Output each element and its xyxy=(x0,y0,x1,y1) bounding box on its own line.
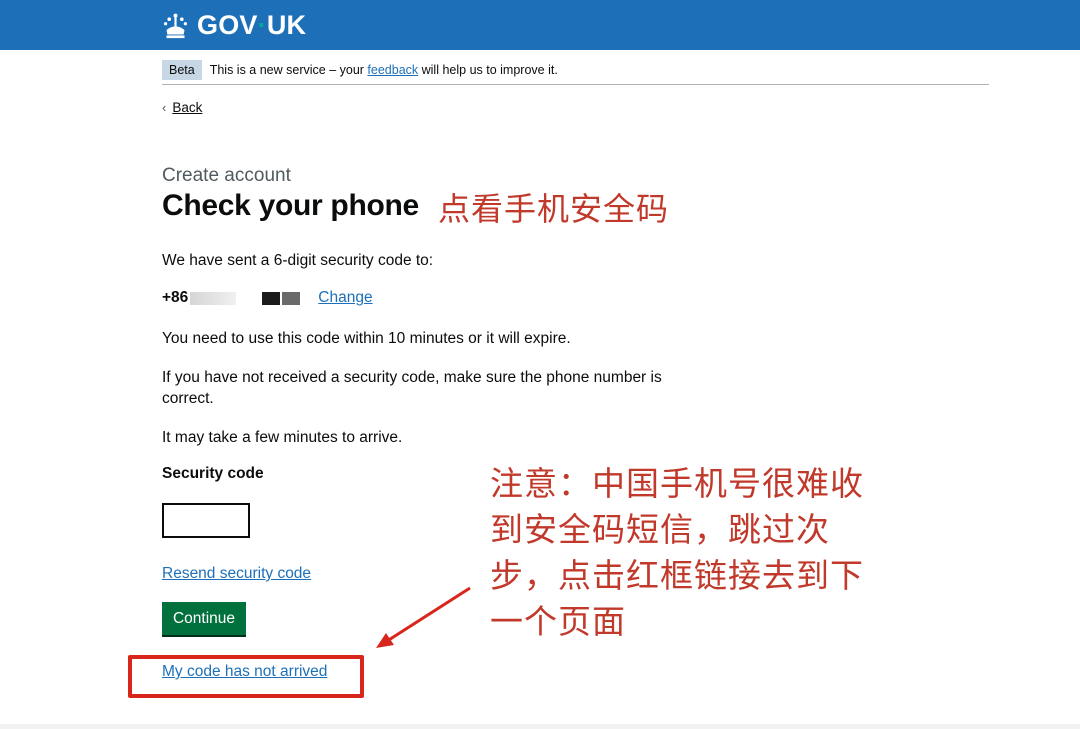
redaction-mark xyxy=(190,291,237,305)
redaction-mark xyxy=(282,291,301,305)
chevron-left-icon: ‹ xyxy=(162,100,167,115)
redaction-mark xyxy=(262,291,281,305)
phone-number: +86 xyxy=(162,289,189,306)
annotation-title-note: 点看手机安全码 xyxy=(438,190,670,228)
continue-button[interactable]: Continue xyxy=(162,602,246,635)
logo-text: GOV·UK xyxy=(197,9,307,40)
phase-banner-text: This is a new service – your feedback wi… xyxy=(209,63,558,77)
not-received-text: If you have not received a security code… xyxy=(162,369,662,407)
expiry-text: You need to use this code within 10 minu… xyxy=(162,330,571,347)
feedback-link[interactable]: feedback xyxy=(367,63,418,77)
annotation-main-note: 注意：中国手机号很难收到安全码短信，跳过次步，点击红框链接去到下一个页面 xyxy=(490,464,864,641)
annotation-highlight-box xyxy=(128,655,364,698)
back-link[interactable]: ‹ Back xyxy=(162,100,202,115)
redaction-mark xyxy=(238,291,261,305)
sent-text: We have sent a 6-digit security code to: xyxy=(162,252,434,269)
page-title: Check your phone xyxy=(162,189,419,222)
annotation-arrow-icon xyxy=(376,586,471,648)
beta-tag: Beta xyxy=(162,60,202,80)
govuk-logo[interactable]: GOV·UK xyxy=(162,9,306,41)
back-label: Back xyxy=(172,100,203,115)
crown-icon xyxy=(163,13,188,38)
page-caption: Create account xyxy=(162,165,291,186)
govuk-header: GOV·UK xyxy=(0,0,1080,50)
phase-banner: Beta This is a new service – your feedba… xyxy=(162,56,989,85)
change-phone-link[interactable]: Change xyxy=(318,289,372,307)
resend-code-link[interactable]: Resend security code xyxy=(162,565,311,583)
security-code-label: Security code xyxy=(162,465,264,482)
phone-number-row: +86 Change xyxy=(162,289,373,307)
page-bottom-edge xyxy=(0,724,1080,729)
security-code-input[interactable] xyxy=(162,503,250,538)
arrive-text: It may take a few minutes to arrive. xyxy=(162,429,403,446)
